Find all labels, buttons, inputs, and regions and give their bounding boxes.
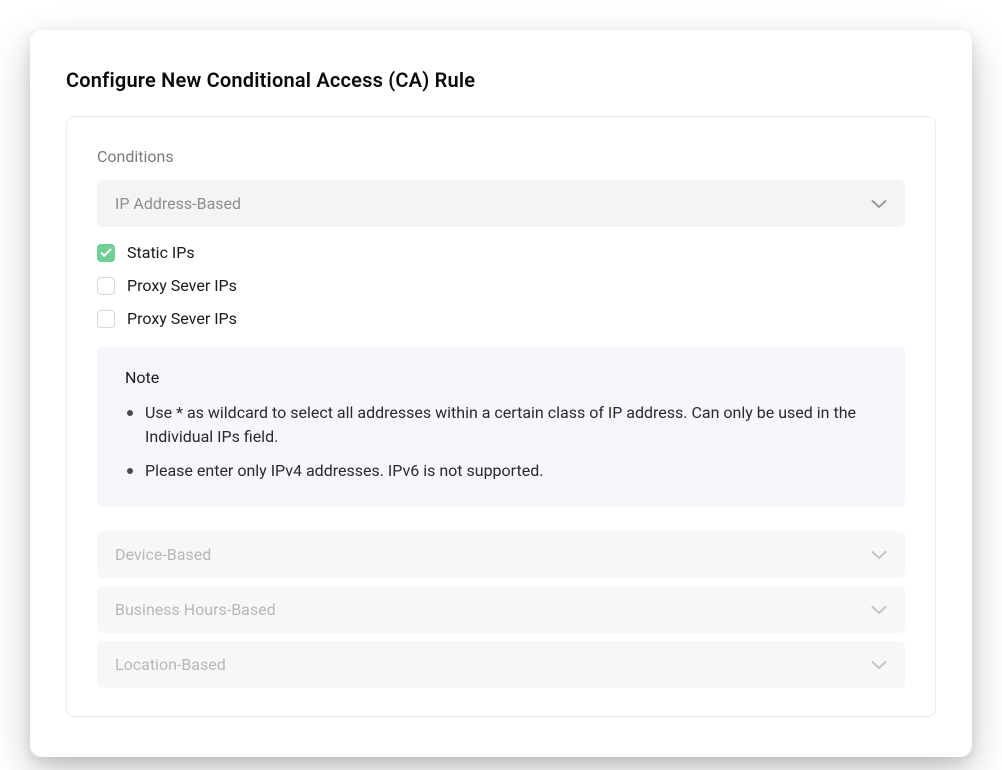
checkbox-input[interactable] [97,244,115,262]
chevron-down-icon [871,605,887,615]
note-box: Note Use * as wildcard to select all add… [97,346,905,507]
page-title: Configure New Conditional Access (CA) Ru… [66,68,936,92]
conditions-label: Conditions [97,147,905,166]
conditions-panel: Conditions IP Address-Based Static IPs P… [66,116,936,717]
chevron-down-icon [871,550,887,560]
checkbox-input[interactable] [97,310,115,328]
note-title: Note [125,368,877,387]
accordion-ip-address-based[interactable]: IP Address-Based [97,180,905,227]
chevron-down-icon [871,660,887,670]
accordion-header-label: Device-Based [115,545,211,564]
accordion-business-hours-based[interactable]: Business Hours-Based [97,586,905,633]
accordion-header-label: Location-Based [115,655,226,674]
chevron-down-icon [871,199,887,209]
note-list: Use * as wildcard to select all addresse… [125,401,877,483]
note-item: Please enter only IPv4 addresses. IPv6 i… [125,459,877,483]
checkbox-row-proxy-server-ips-2[interactable]: Proxy Sever IPs [97,309,905,328]
accordion-header-label: Business Hours-Based [115,600,276,619]
ip-type-checkbox-group: Static IPs Proxy Sever IPs Proxy Sever I… [97,243,905,328]
note-item: Use * as wildcard to select all addresse… [125,401,877,449]
checkbox-row-proxy-server-ips-1[interactable]: Proxy Sever IPs [97,276,905,295]
accordion-header-label: IP Address-Based [115,194,241,213]
checkbox-label: Proxy Sever IPs [127,276,237,295]
accordion-location-based[interactable]: Location-Based [97,641,905,688]
dialog-card: Configure New Conditional Access (CA) Ru… [30,30,972,757]
checkbox-label: Static IPs [127,243,195,262]
collapsed-accordions: Device-Based Business Hours-Based Locati… [97,531,905,688]
checkbox-label: Proxy Sever IPs [127,309,237,328]
accordion-device-based[interactable]: Device-Based [97,531,905,578]
checkbox-input[interactable] [97,277,115,295]
checkbox-row-static-ips[interactable]: Static IPs [97,243,905,262]
